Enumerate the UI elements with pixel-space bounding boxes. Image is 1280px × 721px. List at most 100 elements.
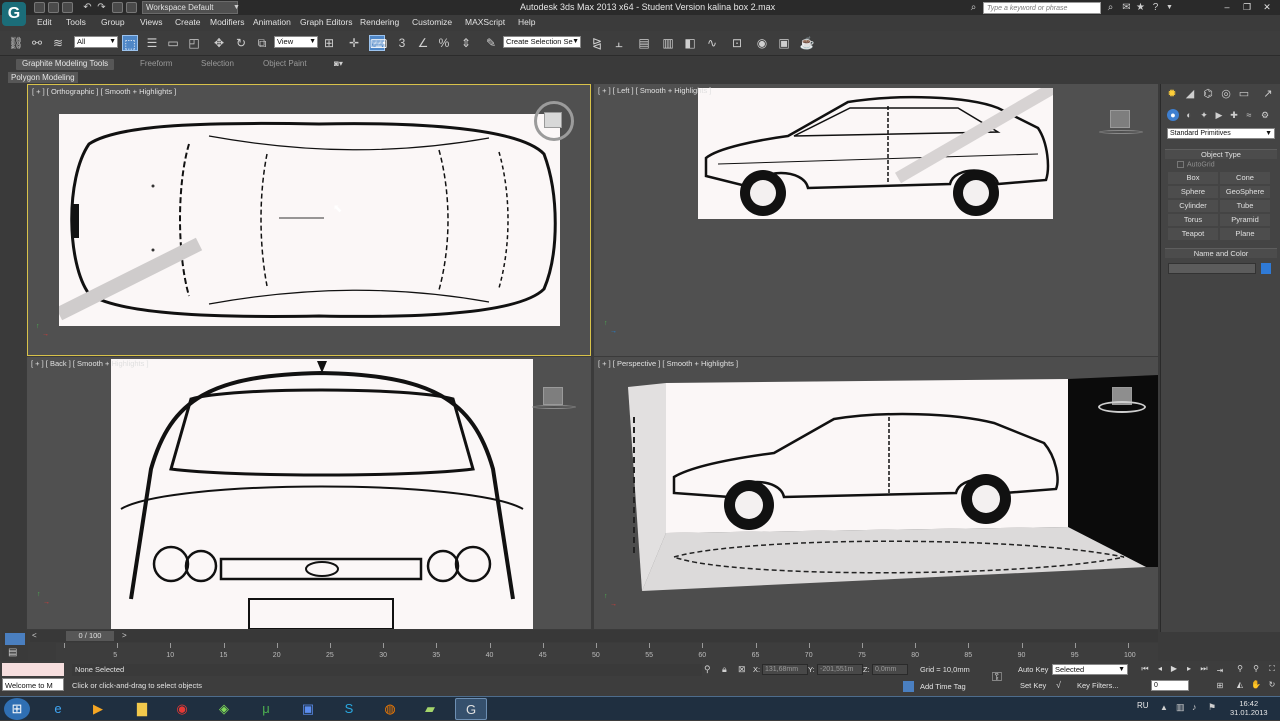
isolate-icon[interactable]: ⚲ [704,664,711,675]
material-editor-icon[interactable]: ◉ [754,35,770,51]
menu-tools[interactable]: Tools [66,17,86,27]
select-by-name-icon[interactable]: ☰ [144,35,160,51]
systems-icon[interactable]: ⚙ [1259,109,1271,121]
menu-graph-editors[interactable]: Graph Editors [300,17,352,27]
communication-center-icon[interactable]: ✉ [1121,2,1132,13]
rollout-name-and-color[interactable]: Name and Color [1165,248,1277,258]
set-key-icon[interactable]: ⚿ [992,669,1002,685]
layer-manager-icon[interactable]: ▥ [660,35,676,51]
box-button[interactable]: Box [1168,172,1218,184]
minimize-icon[interactable]: – [1218,1,1236,13]
add-time-tag-icon[interactable] [903,681,914,692]
sun-icon[interactable]: ✹ [1165,87,1179,101]
reference-coordinate-dropdown[interactable]: View ▼ [274,36,318,48]
maxscript-mini-listener[interactable]: Welcome to M [2,678,64,691]
object-color-swatch[interactable] [1261,263,1271,274]
track-bar[interactable]: 5 10 15 20 25 30 35 40 45 50 55 60 65 70 75 80 85 90 95 100 [56,643,1158,661]
fetch-icon[interactable] [126,2,137,13]
menu-customize[interactable]: Customize [412,17,452,27]
object-name-field[interactable] [1168,263,1256,274]
key-mode-dropdown[interactable]: Selected ▼ [1052,664,1128,675]
snaps-toggle-icon[interactable]: 3 [394,35,410,51]
viewport-label[interactable]: [ + ] [ Left ] [ Smooth + Highlights ] [598,86,711,95]
y-coordinate-field[interactable]: -201,551m [817,664,863,675]
viewport-left[interactable]: [ + ] [ Left ] [ Smooth + Highlights ] ↑… [594,84,1158,356]
help-dropdown-icon[interactable]: ▼ [1164,2,1175,13]
schematic-view-icon[interactable]: ⊡ [729,35,745,51]
tube-button[interactable]: Tube [1220,200,1270,212]
primitive-type-dropdown[interactable]: Standard Primitives ▼ [1167,128,1275,139]
network-icon[interactable]: ▥ [1176,702,1185,713]
redo-icon[interactable]: ↷ [96,2,107,13]
percent-snap-icon[interactable]: % [436,35,452,51]
angle-snap-icon[interactable]: ∠ [415,35,431,51]
hold-icon[interactable] [112,2,123,13]
move-icon[interactable]: ✥ [211,35,227,51]
viewport-orthographic[interactable]: [ + ] [ Orthographic ] [ Smooth + Highli… [27,84,591,356]
selection-filter-dropdown[interactable]: All ▼ [74,36,118,48]
scale-icon[interactable]: ⧉ [254,35,270,51]
save-file-icon[interactable] [62,2,73,13]
viewport-label[interactable]: [ + ] [ Back ] [ Smooth + Highlights ] [31,359,149,368]
render-setup-icon[interactable]: ▣ [776,35,792,51]
helpers-icon[interactable]: ✚ [1228,109,1240,121]
current-frame-field[interactable]: 0 [1151,680,1189,691]
bind-space-warp-icon[interactable]: ≋ [50,35,66,51]
select-object-icon[interactable]: ⬚ [122,35,138,51]
plane-button[interactable]: Plane [1220,228,1270,240]
viewcube-icon[interactable] [544,112,562,128]
tab-object-paint[interactable]: Object Paint [263,59,307,70]
shapes-icon[interactable]: ◐ [1183,109,1195,121]
named-selection-dropdown[interactable]: Create Selection Se ▼ [503,36,581,48]
start-button-icon[interactable]: ⊞ [4,698,30,720]
menu-animation[interactable]: Animation [253,17,291,27]
field-of-view-icon[interactable]: ◭ [1234,679,1246,691]
viewport-label[interactable]: [ + ] [ Perspective ] [ Smooth + Highlig… [598,359,738,368]
media-player-icon[interactable]: ▶ [82,698,114,720]
viewcube-ring[interactable] [1099,130,1143,134]
render-teapot-icon[interactable]: ☕ [799,35,815,51]
go-to-end-icon[interactable]: ⏭ [1198,663,1210,675]
next-frame-icon[interactable]: ▸ [1183,663,1195,675]
menu-maxscript[interactable]: MAXScript [465,17,505,27]
menu-help[interactable]: Help [518,17,535,27]
save-disk-icon[interactable]: ▣ [292,698,324,720]
play-icon[interactable]: ▶ [1168,663,1180,675]
go-to-start-icon[interactable]: ⏮ [1139,663,1151,675]
menu-modifiers[interactable]: Modifiers [210,17,244,27]
lock-selection-icon[interactable]: 🔒︎ [722,664,727,675]
maxscript-listener-field[interactable] [2,663,64,676]
select-and-manipulate-icon[interactable]: ✛ [346,35,362,51]
sphere-button[interactable]: Sphere [1168,186,1218,198]
curve-editor-icon[interactable]: ∿ [704,35,720,51]
nvidia-icon[interactable]: ◈ [208,698,240,720]
search-icon[interactable]: ⌕ [1105,2,1116,13]
key-filters-button[interactable]: Key Filters... [1077,681,1119,690]
open-file-icon[interactable] [48,2,59,13]
viewport-back[interactable]: [ + ] [ Back ] [ Smooth + Highlights ] ↑… [27,357,591,629]
flag-icon[interactable]: ⚑ [1208,702,1216,713]
menu-views[interactable]: Views [140,17,163,27]
viewport-perspective[interactable]: [ + ] [ Perspective ] [ Smooth + Highlig… [594,357,1158,629]
auto-key-button[interactable]: Auto Key [1018,665,1048,674]
hierarchy-tab-icon[interactable]: ⌬ [1201,87,1215,101]
time-slider-thumb[interactable]: 0 / 100 [66,631,114,641]
time-configuration-icon[interactable]: ⊞ [1214,680,1226,692]
motion-tab-icon[interactable]: ◎ [1219,87,1233,101]
autogrid-checkbox[interactable]: AutoGrid [1177,161,1215,168]
pyramid-button[interactable]: Pyramid [1220,214,1270,226]
zoom-extents-icon[interactable]: ⛶ [1266,663,1278,675]
display-tab-icon[interactable]: ▭ [1237,87,1251,101]
scene-explorer-icon[interactable]: ▤ [636,35,652,51]
z-coordinate-field[interactable]: 0,0mm [872,664,908,675]
orbit-icon[interactable]: ↻ [1266,679,1278,691]
notes-icon[interactable]: ▰ [414,698,446,720]
favorites-icon[interactable]: ★ [1135,2,1146,13]
search-input[interactable]: Type a keyword or phrase [983,2,1101,14]
menu-edit[interactable]: Edit [37,17,52,27]
pan-icon[interactable]: ✋ [1250,679,1262,691]
binoculars-icon[interactable]: ⌕ [968,2,979,13]
torus-button[interactable]: Torus [1168,214,1218,226]
graphite-toggle-icon[interactable]: ◧ [682,35,698,51]
internet-explorer-icon[interactable]: e [42,698,74,720]
